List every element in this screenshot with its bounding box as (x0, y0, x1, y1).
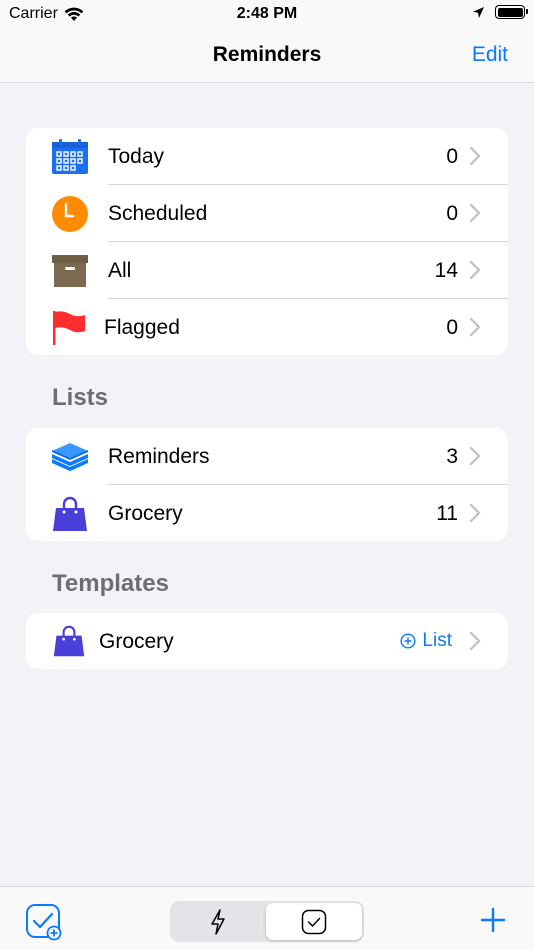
plus-circle-icon (400, 633, 416, 649)
shopping-bag-icon (51, 495, 89, 533)
lightning-icon (211, 908, 225, 935)
smart-list-count: 14 (434, 259, 458, 282)
add-icon[interactable] (480, 907, 506, 933)
smart-list-count: 0 (446, 202, 458, 225)
template-label: Grocery (99, 630, 174, 653)
chevron-right-icon (469, 446, 481, 466)
location-arrow-icon (473, 6, 484, 18)
smart-list-count: 0 (446, 316, 458, 339)
chevron-right-icon (469, 146, 481, 166)
smart-list-flagged[interactable]: Flagged 0 (26, 299, 508, 355)
chevron-right-icon (469, 631, 481, 651)
lists-section-title: Lists (52, 384, 109, 411)
segment-quick[interactable] (172, 903, 264, 940)
lists-card: Reminders 3 Grocery 11 (26, 428, 508, 541)
flag-icon (51, 309, 89, 347)
list-item-grocery[interactable]: Grocery 11 (26, 485, 508, 541)
chevron-right-icon (469, 260, 481, 280)
smart-lists-card: Today 0 Scheduled 0 All 14 Flagged 0 (26, 128, 508, 355)
smart-list-scheduled[interactable]: Scheduled 0 (26, 185, 508, 242)
clock-icon (51, 195, 89, 233)
smart-list-label: Scheduled (108, 202, 208, 225)
smart-list-label: Flagged (104, 316, 180, 339)
bottom-toolbar (0, 886, 534, 950)
chevron-right-icon (469, 317, 481, 337)
smart-list-label: Today (108, 145, 165, 168)
list-count: 3 (446, 445, 458, 468)
checkbox-icon (301, 909, 327, 934)
status-right (472, 5, 528, 19)
chevron-right-icon (469, 203, 481, 223)
smart-list-count: 0 (446, 145, 458, 168)
navigation-bar: Reminders Edit (0, 30, 534, 83)
create-list-from-template-button[interactable]: List (400, 630, 452, 652)
status-time: 2:48 PM (236, 5, 298, 22)
new-reminder-icon[interactable] (25, 903, 63, 941)
status-bar: Carrier 2:48 PM (0, 0, 534, 30)
smart-list-all[interactable]: All 14 (26, 242, 508, 299)
chevron-right-icon (469, 503, 481, 523)
smart-list-today[interactable]: Today 0 (26, 128, 508, 185)
list-label: Reminders (108, 445, 210, 468)
list-item-reminders[interactable]: Reminders 3 (26, 428, 508, 485)
shopping-bag-icon (52, 624, 86, 658)
template-action-label: List (422, 630, 452, 651)
stack-icon (51, 438, 89, 476)
templates-section-title: Templates (52, 570, 169, 597)
archive-box-icon (51, 252, 89, 290)
template-item-grocery[interactable]: Grocery List (26, 613, 508, 669)
calendar-icon (51, 138, 89, 176)
list-count: 11 (436, 502, 458, 525)
view-mode-segmented-control (170, 901, 364, 942)
segment-lists[interactable] (266, 903, 362, 940)
page-title: Reminders (212, 43, 322, 66)
battery-icon (495, 5, 528, 19)
templates-card: Grocery List (26, 613, 508, 669)
smart-list-label: All (108, 259, 132, 282)
edit-button[interactable]: Edit (472, 43, 508, 67)
list-label: Grocery (108, 502, 183, 525)
